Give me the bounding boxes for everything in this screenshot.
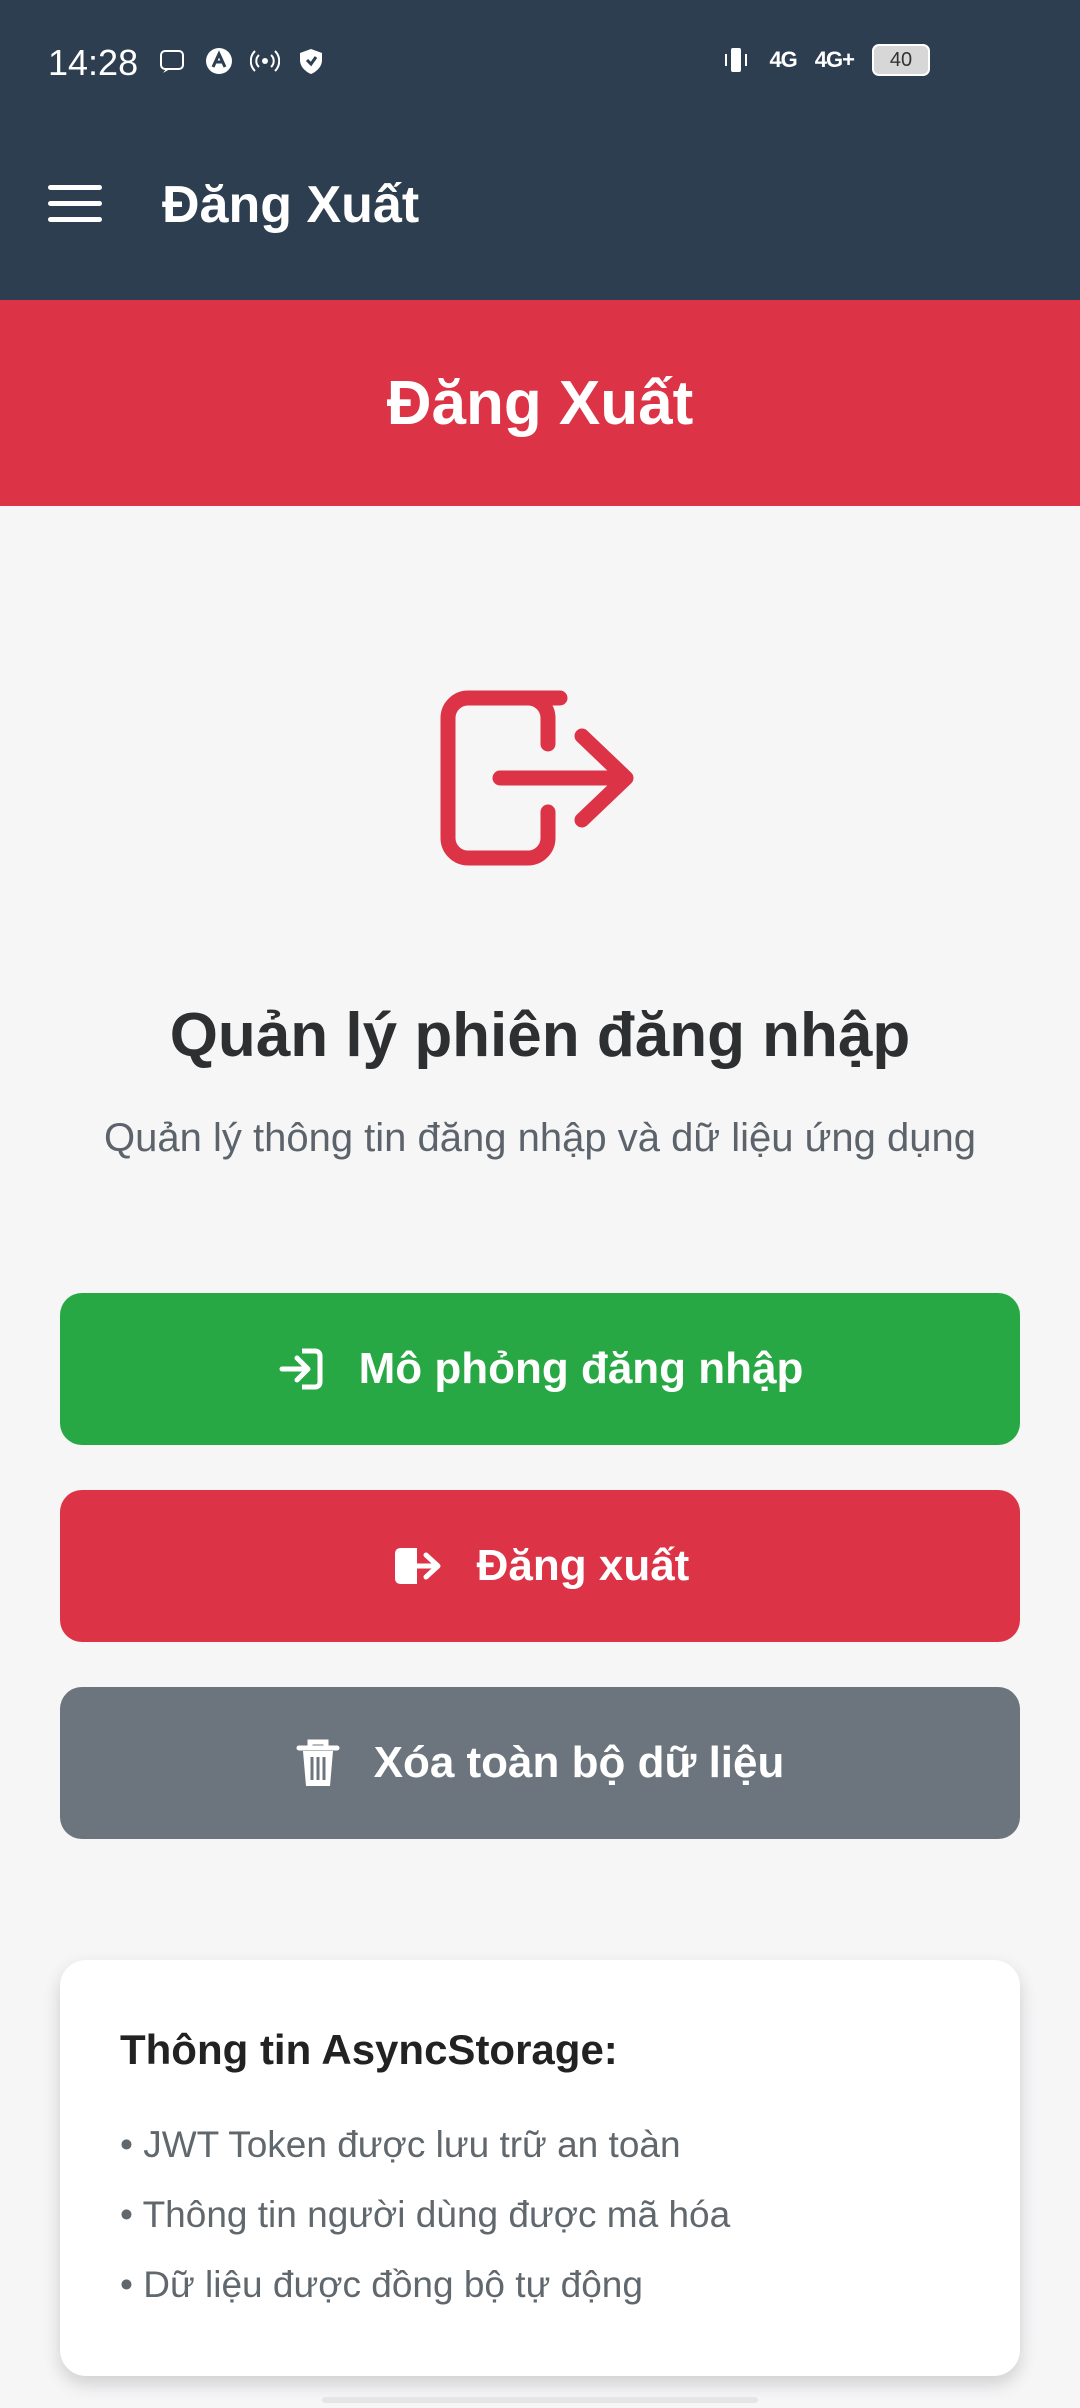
vibrate-icon <box>725 48 748 72</box>
trash-icon <box>296 1739 340 1786</box>
info-card-title: Thông tin AsyncStorage: <box>120 2026 618 2073</box>
logout-button[interactable]: Đăng xuất <box>60 1490 1020 1642</box>
async-storage-info-card: Thông tin AsyncStorage: • JWT Token được… <box>60 1960 1020 2376</box>
hamburger-menu-icon[interactable] <box>48 185 102 223</box>
status-right-icons: 4G 4G+ 40 <box>721 44 930 76</box>
status-left-icons <box>158 46 326 76</box>
session-heading: Quản lý phiên đăng nhập <box>169 1001 911 1070</box>
simulate-login-label: Mô phỏng đăng nhập <box>358 1344 804 1393</box>
banner-title: Đăng Xuất <box>386 369 694 438</box>
info-list-item: • Dữ liệu được đồng bộ tự động <box>120 2264 643 2305</box>
network-4g: 4G <box>769 47 797 72</box>
home-indicator[interactable] <box>322 2397 758 2403</box>
chat-app-icon <box>160 50 184 73</box>
battery-indicator: 40 <box>872 44 930 76</box>
logout-icon <box>394 1548 441 1584</box>
info-card-list: • JWT Token được lưu trữ an toàn • Thông… <box>120 2110 730 2320</box>
status-bar: 14:28 4G 4G+ 40 <box>0 0 1080 125</box>
simulate-login-button[interactable]: Mô phỏng đăng nhập <box>60 1293 1020 1445</box>
info-list-item: • Thông tin người dùng được mã hóa <box>120 2194 731 2235</box>
shield-icon <box>300 49 322 74</box>
login-icon <box>279 1348 323 1390</box>
clear-data-button[interactable]: Xóa toàn bộ dữ liệu <box>60 1687 1020 1839</box>
info-list-item: • JWT Token được lưu trữ an toàn <box>120 2124 681 2165</box>
clear-data-label: Xóa toàn bộ dữ liệu <box>373 1738 785 1787</box>
network-4g-plus: 4G+ <box>814 47 855 72</box>
status-time: 14:28 <box>48 42 139 83</box>
logout-icon <box>440 690 634 866</box>
hotspot-icon <box>250 50 280 72</box>
app-a-icon <box>206 48 232 74</box>
session-subheading: Quản lý thông tin đăng nhập và dữ liệu ứ… <box>104 1116 976 1160</box>
app-bar: Đăng Xuất <box>0 125 1080 300</box>
logout-label: Đăng xuất <box>476 1541 690 1590</box>
app-bar-title: Đăng Xuất <box>162 176 420 234</box>
logout-banner: Đăng Xuất <box>0 300 1080 506</box>
